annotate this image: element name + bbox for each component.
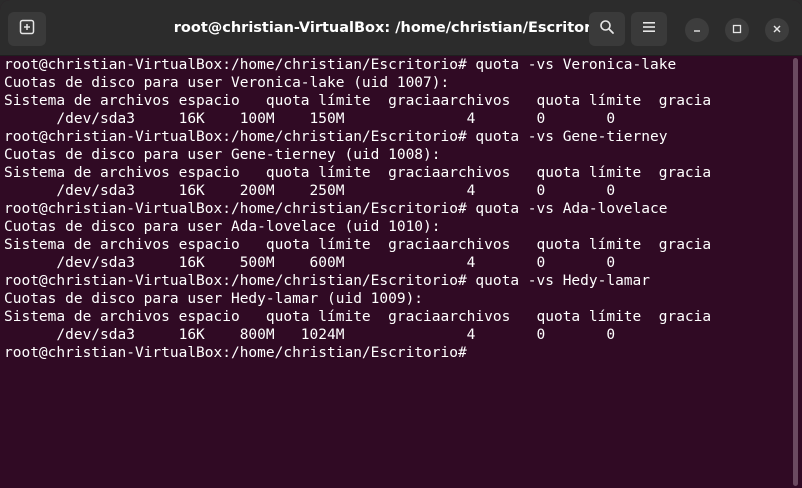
new-tab-button[interactable] bbox=[8, 12, 46, 46]
quota-header-line: Cuotas de disco para user Ada-lovelace (… bbox=[4, 219, 441, 235]
close-icon bbox=[772, 21, 782, 39]
current-prompt-line[interactable]: root@christian-VirtualBox:/home/christia… bbox=[4, 344, 788, 362]
window-title: root@christian-VirtualBox: /home/christi… bbox=[173, 20, 607, 36]
menu-button[interactable] bbox=[631, 12, 667, 46]
prompt-line: root@christian-VirtualBox:/home/christia… bbox=[4, 129, 668, 145]
maximize-button[interactable] bbox=[725, 18, 749, 42]
terminal-output[interactable]: root@christian-VirtualBox:/home/christia… bbox=[0, 56, 788, 488]
quota-data-line: /dev/sda3 16K 500M 600M 4 0 0 bbox=[4, 255, 616, 271]
scrollbar[interactable] bbox=[788, 56, 802, 488]
prompt-line: root@christian-VirtualBox:/home/christia… bbox=[4, 57, 677, 73]
quota-data-line: /dev/sda3 16K 800M 1024M 4 0 0 bbox=[4, 327, 616, 343]
new-tab-icon bbox=[19, 19, 35, 40]
prompt-line: root@christian-VirtualBox:/home/christia… bbox=[4, 273, 651, 289]
column-header-line: Sistema de archivos espacio quota límite… bbox=[4, 165, 712, 181]
prompt-line: root@christian-VirtualBox:/home/christia… bbox=[4, 201, 668, 217]
scrollbar-thumb[interactable] bbox=[793, 58, 798, 486]
quota-header-line: Cuotas de disco para user Hedy-lamar (ui… bbox=[4, 291, 424, 307]
minimize-button[interactable] bbox=[685, 18, 709, 42]
column-header-line: Sistema de archivos espacio quota límite… bbox=[4, 93, 712, 109]
quota-data-line: /dev/sda3 16K 100M 150M 4 0 0 bbox=[4, 111, 616, 127]
column-header-line: Sistema de archivos espacio quota límite… bbox=[4, 237, 712, 253]
quota-data-line: /dev/sda3 16K 200M 250M 4 0 0 bbox=[4, 183, 616, 199]
title-bar[interactable]: root@christian-VirtualBox: /home/christi… bbox=[0, 0, 802, 56]
search-icon bbox=[599, 19, 615, 40]
quota-header-line: Cuotas de disco para user Veronica-lake … bbox=[4, 75, 450, 91]
terminal-window: root@christian-VirtualBox: /home/christi… bbox=[0, 0, 802, 488]
hamburger-menu-icon bbox=[642, 20, 656, 38]
maximize-icon bbox=[732, 21, 742, 39]
search-button[interactable] bbox=[589, 12, 625, 46]
close-button[interactable] bbox=[765, 18, 789, 42]
column-header-line: Sistema de archivos espacio quota límite… bbox=[4, 309, 712, 325]
minimize-icon bbox=[692, 21, 702, 39]
quota-header-line: Cuotas de disco para user Gene-tierney (… bbox=[4, 147, 441, 163]
